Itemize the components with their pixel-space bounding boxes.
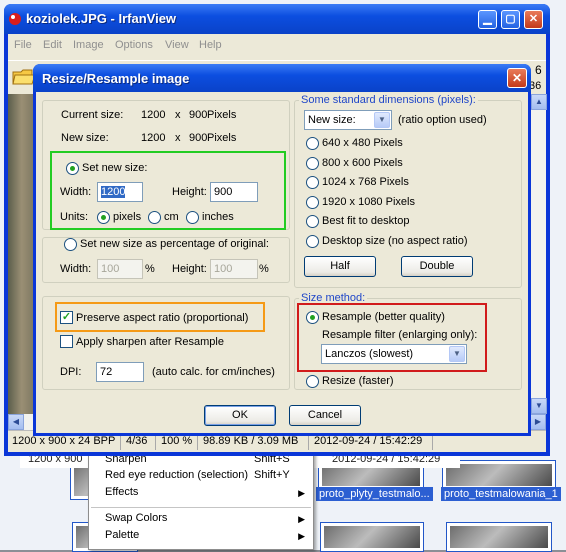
- dim-640-radio[interactable]: [306, 137, 319, 150]
- menu-item-effects[interactable]: Effects: [105, 486, 138, 498]
- dim-640-label: 640 x 480 Pixels: [322, 137, 403, 149]
- thumbnail-label[interactable]: proto_testmalowania_1: [441, 487, 561, 501]
- highlight-box-red: [297, 303, 487, 372]
- menu-item-swap-colors[interactable]: Swap Colors: [105, 512, 167, 524]
- cancel-button[interactable]: Cancel: [289, 405, 361, 426]
- menu-separator: [91, 507, 311, 508]
- current-x: x: [175, 109, 181, 121]
- menubar: File Edit Image Options View Help: [8, 34, 546, 60]
- current-width-value: 1200: [141, 109, 166, 121]
- percentage-height-input[interactable]: 100: [210, 259, 258, 279]
- current-size-label: Current size:: [61, 109, 124, 121]
- ok-button[interactable]: OK: [204, 405, 276, 426]
- menu-item-palette[interactable]: Palette: [105, 529, 139, 541]
- scroll-right-icon[interactable]: ▶: [530, 414, 546, 430]
- highlight-box-green: [50, 151, 286, 230]
- thumbnail-label[interactable]: proto_plyty_testmalo...: [316, 487, 433, 501]
- minimize-button[interactable]: ▁: [478, 10, 497, 29]
- resize-dialog: Resize/Resample image ✕ Current size: 12…: [33, 64, 531, 436]
- desktop-size-radio[interactable]: [306, 235, 319, 248]
- toolbar-counter: 6: [535, 63, 542, 77]
- thumbnail[interactable]: [446, 522, 552, 552]
- dpi-input[interactable]: 72: [96, 362, 144, 382]
- dialog-title: Resize/Resample image: [42, 71, 190, 86]
- dpi-note: (auto calc. for cm/inches): [152, 366, 275, 378]
- close-button[interactable]: ✕: [524, 10, 543, 29]
- status-index: 4/36: [126, 435, 148, 447]
- menu-image[interactable]: Image: [73, 39, 104, 51]
- percentage-height-label: Height:: [172, 263, 207, 275]
- submenu-arrow-icon: ▶: [298, 488, 305, 498]
- menu-file[interactable]: File: [14, 39, 32, 51]
- menu-edit[interactable]: Edit: [43, 39, 62, 51]
- double-button[interactable]: Double: [401, 256, 473, 277]
- thumbnail[interactable]: [320, 522, 424, 552]
- standard-dims-combo[interactable]: New size: ▼: [304, 110, 392, 130]
- irfanview-app-icon: [9, 13, 21, 25]
- half-button[interactable]: Half: [304, 256, 376, 277]
- best-fit-radio[interactable]: [306, 215, 319, 228]
- current-unit: Pixels: [207, 109, 237, 121]
- dim-800-label: 800 x 600 Pixels: [322, 157, 403, 169]
- dim-800-radio[interactable]: [306, 157, 319, 170]
- apply-sharpen-checkbox[interactable]: [60, 335, 73, 348]
- best-fit-label: Best fit to desktop: [322, 215, 410, 227]
- menu-options[interactable]: Options: [115, 39, 153, 51]
- new-x: x: [175, 132, 181, 144]
- scroll-down-icon[interactable]: ▼: [531, 398, 547, 414]
- main-titlebar[interactable]: koziolek.JPG - IrfanView ▁ ▢ ✕: [4, 4, 550, 34]
- standard-dims-combo-value: New size:: [308, 114, 356, 126]
- highlight-box-orange: [55, 302, 265, 332]
- new-height-value: 900: [189, 132, 208, 144]
- status-date: 2012-09-24 / 15:42:29: [314, 435, 423, 447]
- standard-dims-legend: Some standard dimensions (pixels):: [299, 94, 478, 106]
- context-menu: Sharpen Shift+S Red eye reduction (selec…: [88, 452, 314, 550]
- dialog-titlebar[interactable]: Resize/Resample image ✕: [33, 64, 531, 92]
- percentage-height-unit: %: [259, 263, 269, 275]
- maximize-button[interactable]: ▢: [501, 10, 520, 29]
- chevron-down-icon[interactable]: ▼: [374, 112, 390, 128]
- new-size-label: New size:: [61, 132, 109, 144]
- resize-radio[interactable]: [306, 375, 319, 388]
- new-unit: Pixels: [207, 132, 237, 144]
- status-zoom: 100 %: [161, 435, 193, 447]
- menu-view[interactable]: View: [165, 39, 189, 51]
- percentage-width-unit: %: [145, 263, 155, 275]
- percentage-label: Set new size as percentage of original:: [80, 238, 269, 250]
- apply-sharpen-label: Apply sharpen after Resample: [76, 336, 224, 348]
- desktop-size-label: Desktop size (no aspect ratio): [322, 235, 468, 247]
- menu-shortcut-red-eye: Shift+Y: [254, 469, 290, 481]
- dialog-close-button[interactable]: ✕: [507, 68, 527, 88]
- scroll-up-icon[interactable]: ▲: [531, 94, 547, 110]
- submenu-arrow-icon: ▶: [298, 531, 305, 541]
- dim-1920-radio[interactable]: [306, 196, 319, 209]
- resize-label: Resize (faster): [322, 375, 394, 387]
- dim-1024-label: 1024 x 768 Pixels: [322, 176, 409, 188]
- status-dimensions: 1200 x 900 x 24 BPP: [12, 435, 116, 447]
- scroll-left-icon[interactable]: ◀: [8, 414, 24, 430]
- vertical-scrollbar[interactable]: ▲ ▼: [530, 94, 547, 414]
- standard-dims-note: (ratio option used): [398, 114, 487, 126]
- submenu-arrow-icon: ▶: [298, 514, 305, 524]
- dim-1024-radio[interactable]: [306, 176, 319, 189]
- menu-item-red-eye[interactable]: Red eye reduction (selection): [105, 469, 248, 481]
- current-height-value: 900: [189, 109, 208, 121]
- new-width-value: 1200: [141, 132, 166, 144]
- window-title: koziolek.JPG - IrfanView: [26, 11, 177, 26]
- dpi-label: DPI:: [60, 366, 82, 378]
- dim-1920-label: 1920 x 1080 Pixels: [322, 196, 415, 208]
- percentage-radio[interactable]: [64, 238, 77, 251]
- menu-help[interactable]: Help: [199, 39, 222, 51]
- status-size: 98.89 KB / 3.09 MB: [203, 435, 299, 447]
- dialog-client: Current size: 1200 x 900 Pixels New size…: [36, 92, 528, 433]
- percentage-width-input[interactable]: 100: [97, 259, 143, 279]
- percentage-width-label: Width:: [60, 263, 92, 275]
